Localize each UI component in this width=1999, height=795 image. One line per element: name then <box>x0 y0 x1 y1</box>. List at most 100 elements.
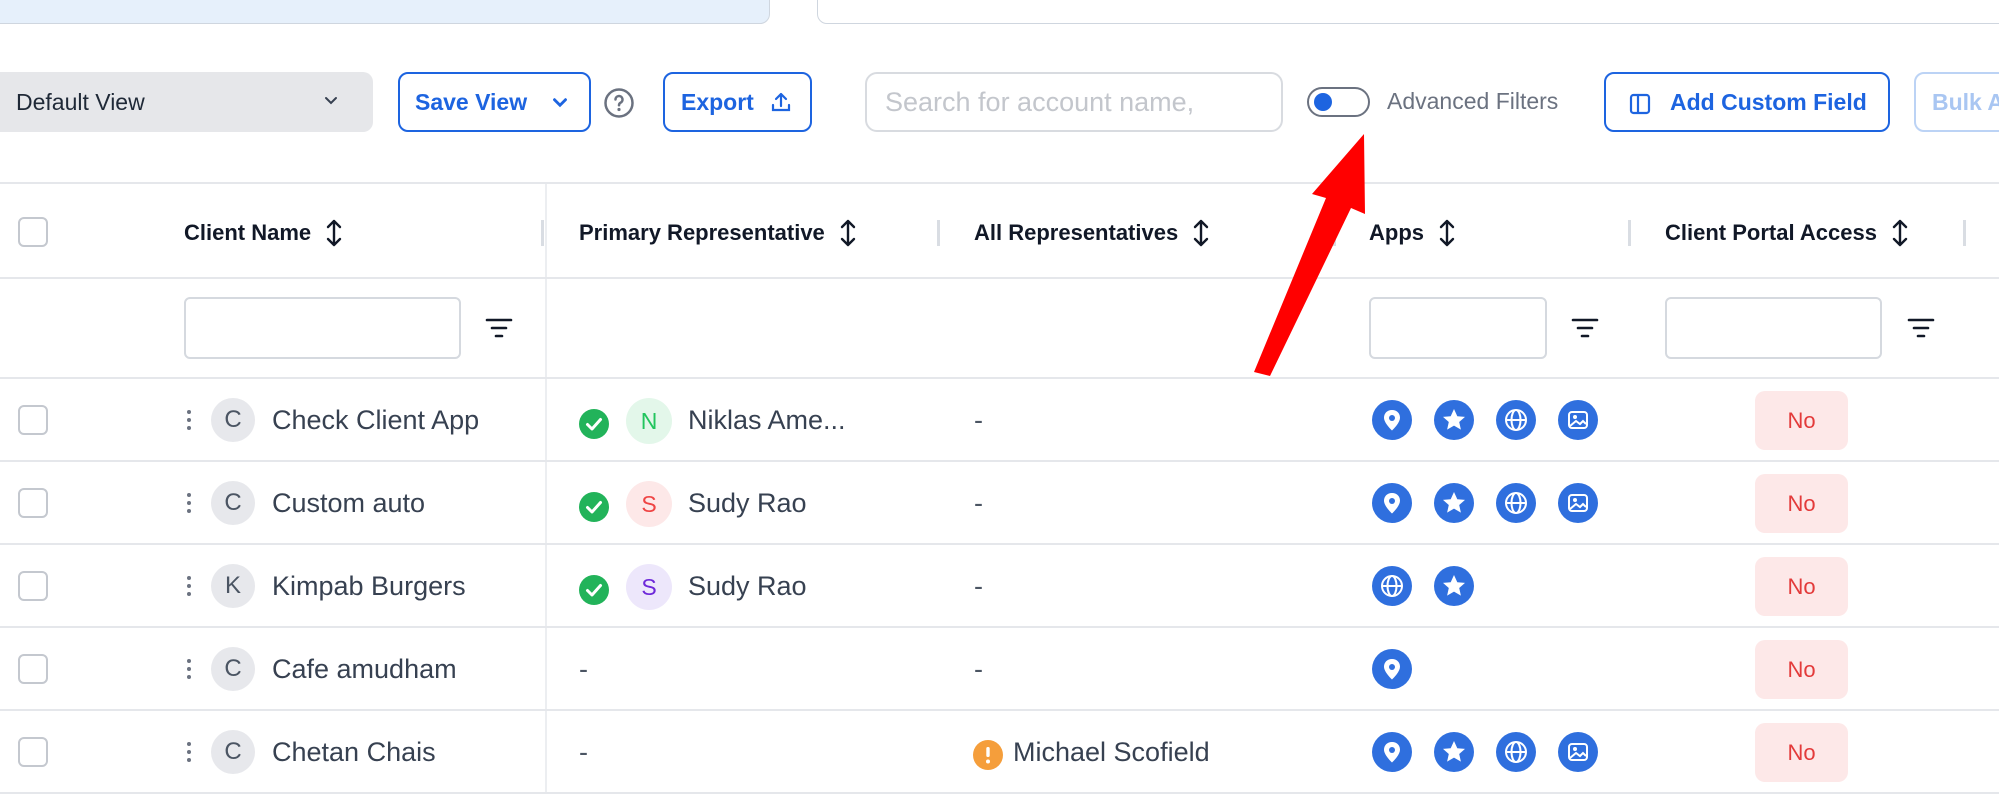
header-client-portal-access[interactable]: Client Portal Access <box>1665 218 1909 248</box>
toolbar: Default View Save View Export Advanced F… <box>0 70 1999 134</box>
primary-representative-name: Niklas Ame... <box>688 405 846 435</box>
location-pin-icon[interactable] <box>1372 732 1412 772</box>
apps-filter-input[interactable] <box>1369 297 1547 359</box>
upload-icon <box>771 92 791 112</box>
column-separator[interactable] <box>541 220 544 246</box>
table-row[interactable]: C Chetan Chais - Michael Scofield No <box>0 711 1999 794</box>
star-icon[interactable] <box>1434 400 1474 440</box>
bulk-action-button[interactable]: Bulk A <box>1914 72 1999 132</box>
location-pin-icon[interactable] <box>1372 483 1412 523</box>
image-icon[interactable] <box>1558 732 1598 772</box>
kebab-menu-icon[interactable] <box>186 574 192 598</box>
client-name[interactable]: Check Client App <box>272 405 479 436</box>
sort-icon[interactable] <box>1438 218 1456 248</box>
header-client-name[interactable]: Client Name <box>184 218 343 248</box>
header-primary-representative[interactable]: Primary Representative <box>579 218 857 248</box>
sort-icon[interactable] <box>1192 218 1210 248</box>
kebab-menu-icon[interactable] <box>186 740 192 764</box>
client-portal-filter-input[interactable] <box>1665 297 1882 359</box>
select-all-checkbox[interactable] <box>18 217 48 247</box>
primary-representative-name: - <box>579 737 588 767</box>
warning-icon <box>973 740 1003 770</box>
column-separator[interactable] <box>937 220 940 246</box>
sort-icon[interactable] <box>325 218 343 248</box>
top-left-panel <box>0 0 770 24</box>
row-checkbox[interactable] <box>18 405 48 435</box>
globe-icon[interactable] <box>1496 483 1536 523</box>
filter-icon[interactable] <box>1571 316 1599 340</box>
chevron-down-icon[interactable] <box>549 92 571 114</box>
kebab-menu-icon[interactable] <box>186 657 192 681</box>
row-checkbox[interactable] <box>18 654 48 684</box>
client-avatar: C <box>211 398 255 442</box>
star-icon[interactable] <box>1434 566 1474 606</box>
primary-representative-name: Sudy Rao <box>688 488 807 518</box>
globe-icon[interactable] <box>1496 732 1536 772</box>
add-custom-field-button[interactable]: Add Custom Field <box>1604 72 1890 132</box>
globe-icon[interactable] <box>1496 400 1536 440</box>
table-row[interactable]: C Cafe amudham - - No <box>0 628 1999 711</box>
help-icon[interactable] <box>603 87 635 119</box>
header-label: Client Name <box>184 220 312 245</box>
header-label: Client Portal Access <box>1665 220 1877 245</box>
row-checkbox[interactable] <box>18 571 48 601</box>
all-representatives-name: - <box>974 488 983 518</box>
table-row[interactable]: C Check Client App N Niklas Ame... - No <box>0 379 1999 462</box>
client-name[interactable]: Custom auto <box>272 488 425 519</box>
client-avatar: K <box>211 564 255 608</box>
export-button[interactable]: Export <box>663 72 812 132</box>
save-view-label: Save View <box>415 88 528 115</box>
column-separator[interactable] <box>1963 220 1966 246</box>
primary-representative-name: - <box>579 654 588 684</box>
client-name-filter-input[interactable] <box>184 297 461 359</box>
client-name[interactable]: Chetan Chais <box>272 737 436 768</box>
star-icon[interactable] <box>1434 483 1474 523</box>
portal-access-badge: No <box>1755 640 1848 699</box>
image-icon[interactable] <box>1558 483 1598 523</box>
sort-icon[interactable] <box>839 218 857 248</box>
header-apps[interactable]: Apps <box>1369 218 1456 248</box>
columns-icon <box>1629 93 1651 115</box>
all-representatives-name: - <box>974 654 983 684</box>
header-all-representatives[interactable]: All Representatives <box>974 218 1210 248</box>
advanced-filters-toggle[interactable] <box>1307 87 1370 117</box>
portal-access-badge: No <box>1755 723 1848 782</box>
check-circle-icon <box>579 409 609 439</box>
table-filter-row <box>0 279 1999 379</box>
top-right-panel <box>817 0 1999 24</box>
table-row[interactable]: K Kimpab Burgers S Sudy Rao - No <box>0 545 1999 628</box>
advanced-filters-label: Advanced Filters <box>1387 88 1559 114</box>
column-separator[interactable] <box>1628 220 1631 246</box>
location-pin-icon[interactable] <box>1372 649 1412 689</box>
export-label: Export <box>681 88 754 115</box>
client-name[interactable]: Kimpab Burgers <box>272 571 466 602</box>
check-circle-icon <box>579 492 609 522</box>
save-view-button[interactable]: Save View <box>398 72 591 132</box>
globe-icon[interactable] <box>1372 566 1412 606</box>
header-label: All Representatives <box>974 220 1179 245</box>
client-avatar: C <box>211 647 255 691</box>
view-select-value: Default View <box>16 88 145 115</box>
portal-access-badge: No <box>1755 474 1848 533</box>
image-icon[interactable] <box>1558 400 1598 440</box>
representative-avatar: N <box>626 398 672 444</box>
row-checkbox[interactable] <box>18 488 48 518</box>
all-representatives-name: - <box>974 405 983 435</box>
primary-representative-name: Sudy Rao <box>688 571 807 601</box>
sort-icon[interactable] <box>1891 218 1909 248</box>
kebab-menu-icon[interactable] <box>186 408 192 432</box>
toggle-knob <box>1314 93 1332 111</box>
search-input[interactable] <box>865 72 1283 132</box>
header-label: Primary Representative <box>579 220 825 245</box>
filter-icon[interactable] <box>1907 316 1935 340</box>
location-pin-icon[interactable] <box>1372 400 1412 440</box>
client-avatar: C <box>211 481 255 525</box>
star-icon[interactable] <box>1434 732 1474 772</box>
table-row[interactable]: C Custom auto S Sudy Rao - No <box>0 462 1999 545</box>
filter-icon[interactable] <box>485 316 513 340</box>
kebab-menu-icon[interactable] <box>186 491 192 515</box>
row-checkbox[interactable] <box>18 737 48 767</box>
check-circle-icon <box>579 575 609 605</box>
view-select[interactable]: Default View <box>0 72 373 132</box>
client-name[interactable]: Cafe amudham <box>272 654 457 685</box>
